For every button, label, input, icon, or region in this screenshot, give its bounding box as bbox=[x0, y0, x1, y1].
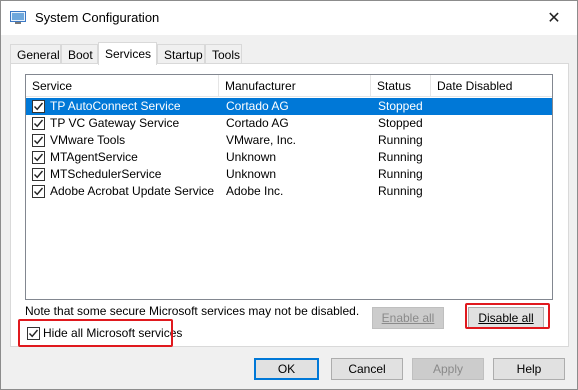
service-checkbox[interactable] bbox=[32, 168, 45, 181]
service-checkbox[interactable] bbox=[32, 134, 45, 147]
column-header-service[interactable]: Service bbox=[26, 75, 219, 97]
tab-label: Tools bbox=[212, 47, 241, 62]
checkmark-icon bbox=[28, 329, 39, 337]
service-name: TP VC Gateway Service bbox=[50, 116, 180, 130]
title-bar[interactable]: System Configuration ✕ bbox=[1, 1, 577, 35]
checkmark-icon bbox=[33, 102, 44, 111]
checkmark-icon bbox=[33, 170, 44, 179]
service-checkbox[interactable] bbox=[32, 100, 45, 113]
service-manufacturer: Unknown bbox=[226, 167, 277, 181]
tab-boot[interactable]: Boot bbox=[61, 44, 98, 64]
tab-label: Startup bbox=[164, 47, 203, 62]
service-name: TP AutoConnect Service bbox=[50, 99, 181, 113]
column-header-status[interactable]: Status bbox=[371, 75, 431, 97]
cancel-button[interactable]: Cancel bbox=[331, 358, 403, 380]
tab-label: Services bbox=[105, 47, 152, 61]
service-name: MTSchedulerService bbox=[50, 167, 162, 181]
tab-label: Boot bbox=[68, 47, 93, 62]
service-manufacturer: Adobe Inc. bbox=[226, 184, 284, 198]
service-status: Stopped bbox=[378, 116, 423, 130]
hide-microsoft-services-checkbox[interactable]: Hide all Microsoft services bbox=[27, 324, 182, 342]
service-row[interactable]: Adobe Acrobat Update Service Adobe Inc. Ru… bbox=[26, 183, 552, 200]
disable-all-button[interactable]: Disable all bbox=[468, 307, 544, 329]
column-header-manufacturer[interactable]: Manufacturer bbox=[219, 75, 371, 97]
enable-all-button[interactable]: Enable all bbox=[372, 307, 444, 329]
service-checkbox[interactable] bbox=[32, 185, 45, 198]
button-label: Enable all bbox=[381, 311, 435, 325]
service-manufacturer: VMware, Inc. bbox=[226, 133, 297, 147]
checkmark-icon bbox=[33, 136, 44, 145]
checkbox[interactable] bbox=[27, 326, 40, 340]
service-checkbox[interactable] bbox=[32, 117, 45, 130]
service-status: Running bbox=[378, 133, 423, 147]
service-name: Adobe Acrobat Update Service bbox=[50, 184, 215, 198]
system-configuration-window: System Configuration ✕ General Boot Serv… bbox=[0, 0, 578, 390]
checkmark-icon bbox=[33, 187, 44, 196]
services-list[interactable]: Service Manufacturer Status Date Disable… bbox=[25, 74, 553, 300]
service-name: MTAgentService bbox=[50, 150, 138, 164]
button-label: Disable all bbox=[478, 311, 534, 325]
ok-button[interactable]: OK bbox=[254, 358, 319, 380]
help-button[interactable]: Help bbox=[493, 358, 565, 380]
system-configuration-icon bbox=[10, 11, 26, 24]
service-row[interactable]: TP AutoConnect Service Cortado AG Stopped bbox=[26, 98, 552, 115]
service-manufacturer: Cortado AG bbox=[226, 99, 289, 113]
checkmark-icon bbox=[33, 119, 44, 128]
service-status: Running bbox=[378, 167, 423, 181]
close-icon[interactable]: ✕ bbox=[531, 1, 577, 35]
list-header: Service Manufacturer Status Date Disable… bbox=[26, 75, 552, 97]
service-row[interactable]: MTAgentService Unknown Running bbox=[26, 149, 552, 166]
service-status: Stopped bbox=[378, 99, 423, 113]
tab-startup[interactable]: Startup bbox=[157, 44, 205, 64]
services-tab-panel: Service Manufacturer Status Date Disable… bbox=[10, 63, 569, 347]
apply-button[interactable]: Apply bbox=[412, 358, 484, 380]
checkmark-icon bbox=[33, 153, 44, 162]
service-row[interactable]: MTSchedulerService Unknown Running bbox=[26, 166, 552, 183]
tab-label: General bbox=[17, 47, 60, 62]
tab-tools[interactable]: Tools bbox=[205, 44, 242, 64]
service-row[interactable]: TP VC Gateway Service Cortado AG Stopped bbox=[26, 115, 552, 132]
secure-services-note: Note that some secure Microsoft services… bbox=[25, 304, 360, 318]
service-checkbox[interactable] bbox=[32, 151, 45, 164]
service-row[interactable]: VMware Tools VMware, Inc. Running bbox=[26, 132, 552, 149]
column-header-date-disabled[interactable]: Date Disabled bbox=[431, 75, 531, 97]
service-manufacturer: Unknown bbox=[226, 150, 277, 164]
window-title: System Configuration bbox=[35, 10, 160, 25]
service-status: Running bbox=[378, 184, 423, 198]
service-status: Running bbox=[378, 150, 423, 164]
service-manufacturer: Cortado AG bbox=[226, 116, 289, 130]
hide-microsoft-services-label: Hide all Microsoft services bbox=[43, 326, 183, 340]
service-name: VMware Tools bbox=[50, 133, 126, 147]
tab-services[interactable]: Services bbox=[98, 42, 157, 65]
tab-general[interactable]: General bbox=[10, 44, 61, 64]
